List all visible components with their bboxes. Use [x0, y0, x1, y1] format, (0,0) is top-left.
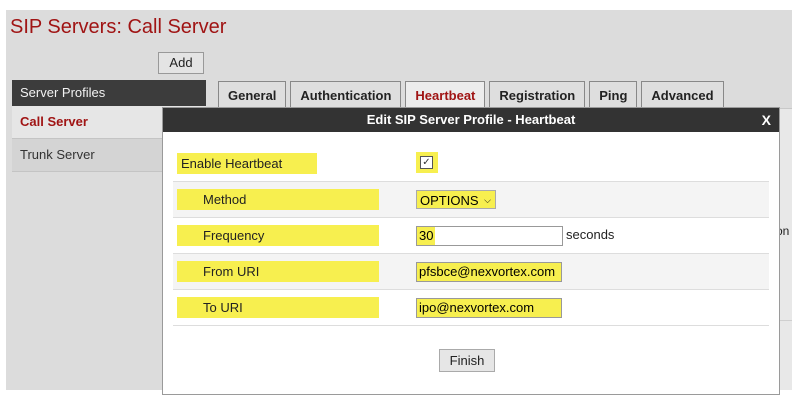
dialog-form: Enable Heartbeat ✓ Method OPTIONS ⌵ Freq…	[173, 146, 769, 326]
to-uri-label: To URI	[177, 297, 379, 318]
method-row: Method OPTIONS ⌵	[173, 182, 769, 218]
dialog-title: Edit SIP Server Profile - Heartbeat	[366, 112, 576, 127]
to-uri-input[interactable]: ipo@nexvortex.com	[416, 298, 562, 318]
to-uri-row: To URI ipo@nexvortex.com	[173, 290, 769, 326]
enable-heartbeat-checkbox-wrap: ✓	[416, 152, 438, 173]
method-select-value: OPTIONS	[420, 193, 479, 208]
frequency-label: Frequency	[177, 225, 379, 246]
tab-general[interactable]: General	[218, 81, 287, 108]
tab-advanced[interactable]: Advanced	[641, 81, 724, 108]
frequency-unit: seconds	[566, 227, 615, 242]
divider	[780, 320, 792, 321]
close-icon[interactable]: X	[762, 108, 771, 132]
frequency-row: Frequency 30 seconds	[173, 218, 769, 254]
frequency-input[interactable]: 30	[416, 226, 563, 246]
chevron-down-icon: ⌵	[484, 195, 491, 205]
tab-ping[interactable]: Ping	[589, 81, 638, 108]
finish-button[interactable]: Finish	[439, 349, 495, 372]
enable-heartbeat-checkbox[interactable]: ✓	[420, 156, 433, 169]
add-button[interactable]: Add	[158, 52, 204, 74]
from-uri-input[interactable]: pfsbce@nexvortex.com	[416, 262, 562, 282]
dialog-header: Edit SIP Server Profile - Heartbeat X	[163, 108, 779, 132]
from-uri-row: From URI pfsbce@nexvortex.com	[173, 254, 769, 290]
tab-authentication[interactable]: Authentication	[290, 81, 402, 108]
sidebar-header: Server Profiles	[12, 80, 206, 106]
enable-heartbeat-row: Enable Heartbeat ✓	[173, 146, 769, 182]
page-title: SIP Servers: Call Server	[10, 16, 227, 38]
from-uri-label: From URI	[177, 261, 379, 282]
method-select[interactable]: OPTIONS ⌵	[416, 190, 496, 209]
tab-registration[interactable]: Registration	[489, 81, 586, 108]
tab-bar: General Authentication Heartbeat Registr…	[218, 81, 728, 108]
edit-heartbeat-dialog: Edit SIP Server Profile - Heartbeat X En…	[162, 107, 780, 395]
tab-heartbeat[interactable]: Heartbeat	[405, 81, 486, 108]
enable-heartbeat-label: Enable Heartbeat	[177, 153, 317, 174]
method-label: Method	[177, 189, 379, 210]
